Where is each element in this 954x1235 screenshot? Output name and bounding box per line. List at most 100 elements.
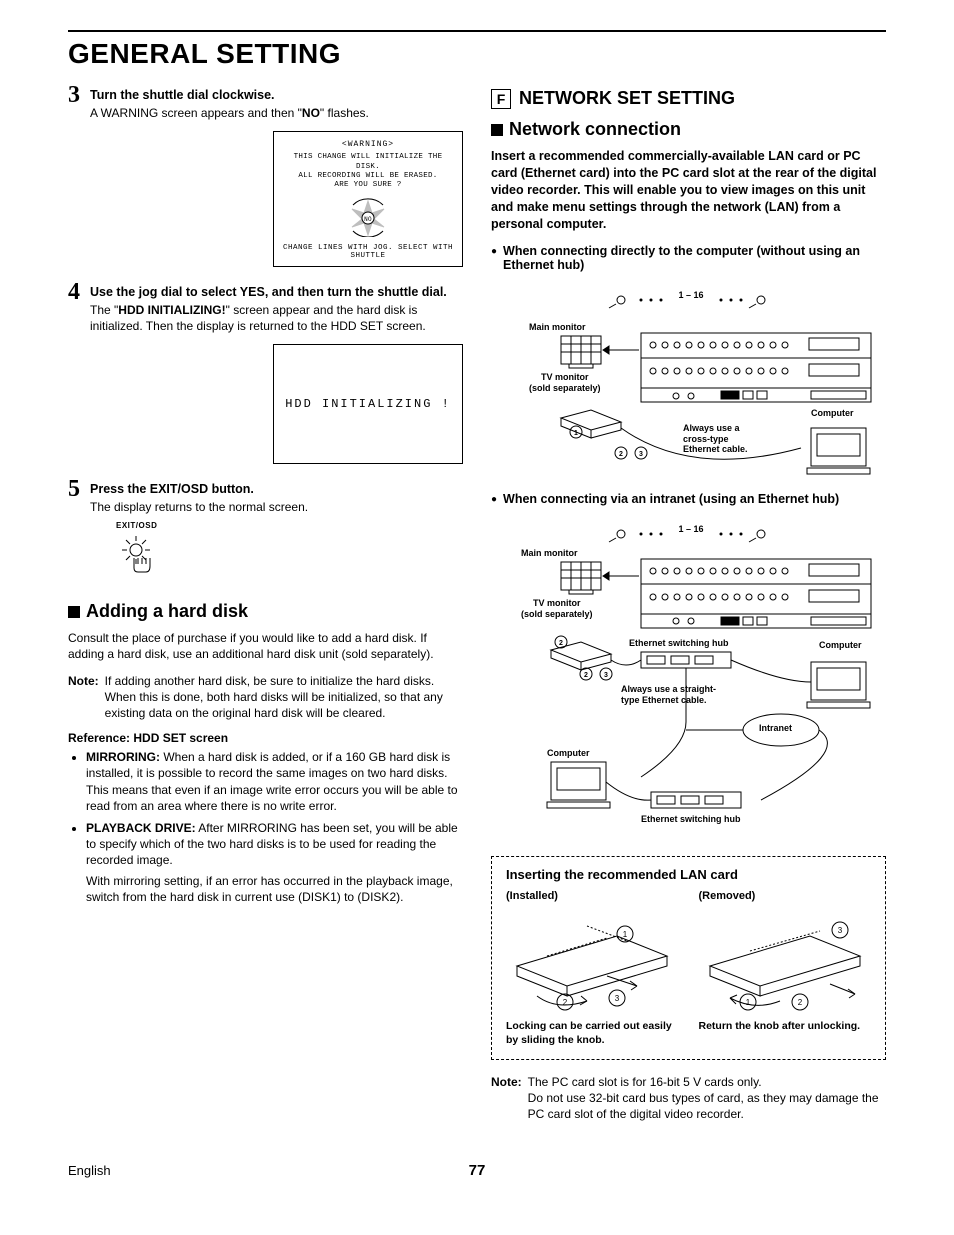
d1-computer-label: Computer: [811, 408, 854, 418]
step-5-body: The display returns to the normal screen…: [90, 499, 463, 515]
d2-intranet-label: Intranet: [759, 723, 792, 733]
ref-title: Reference: HDD SET screen: [68, 731, 463, 745]
bullet-icon: [491, 492, 497, 506]
diagram-intranet: 1 – 16: [491, 512, 886, 842]
svg-text:2: 2: [559, 640, 563, 647]
d2-hub1-label: Ethernet switching hub: [629, 638, 729, 648]
hdd-init-text: HDD INITIALIZING !: [285, 397, 451, 411]
adding-hdd-title: Adding a hard disk: [86, 601, 248, 622]
step-3-body-bold: NO: [302, 106, 320, 120]
conn-bullet-1: When connecting directly to the computer…: [491, 244, 886, 272]
d1-main-monitor-label: Main monitor: [529, 322, 586, 332]
lan-card-box: Inserting the recommended LAN card (Inst…: [491, 856, 886, 1059]
adding-note-body: If adding another hard disk, be sure to …: [105, 673, 463, 722]
svg-text:3: 3: [639, 451, 643, 458]
svg-text:2: 2: [619, 451, 623, 458]
boxed-letter-f: F: [491, 89, 511, 109]
warning-line-2: ALL RECORDING WILL BE ERASED.: [280, 172, 456, 181]
diagram-direct: 1 – 16: [491, 278, 886, 478]
square-bullet-icon: [491, 124, 503, 136]
lan-removed-label: (Removed): [699, 890, 872, 902]
d2-computer2-label: Computer: [547, 748, 590, 758]
conn-bullet-1-text: When connecting directly to the computer…: [503, 244, 886, 272]
lan-cap-2: Return the knob after unlocking.: [699, 1020, 872, 1033]
warning-center-text: NO: [364, 216, 372, 223]
step-4-head: Use the jog dial to select YES, and then…: [90, 285, 463, 299]
lan-installed-label: (Installed): [506, 890, 679, 902]
press-button-icon: [116, 532, 158, 574]
warning-title: <WARNING>: [280, 140, 456, 149]
adding-note: Note: If adding another hard disk, be su…: [68, 673, 463, 722]
bullet-icon: [491, 244, 497, 272]
step-5-head: Press the EXIT/OSD button.: [90, 482, 463, 496]
lan-cap-1: Locking can be carried out easily by sli…: [506, 1020, 679, 1046]
d1-tv-monitor-label: TV monitor (sold separately): [529, 372, 601, 393]
warning-screen: <WARNING> THIS CHANGE WILL INITIALIZE TH…: [273, 131, 463, 267]
network-note-label: Note:: [491, 1074, 522, 1123]
svg-text:3: 3: [604, 672, 608, 679]
lan-removed-col: (Removed) 3 1 2: [699, 890, 872, 1046]
adding-intro: Consult the place of purchase if you wou…: [68, 630, 463, 662]
step-4: 4 Use the jog dial to select YES, and th…: [68, 285, 463, 334]
step-3-number: 3: [68, 82, 80, 109]
svg-text:2: 2: [584, 672, 588, 679]
step-3-body-suf: " flashes.: [320, 106, 369, 120]
page-footer: English 77: [68, 1162, 886, 1179]
step-4-body-pre: The ": [90, 303, 118, 317]
d2-computer-label: Computer: [819, 640, 862, 650]
d2-hub2-label: Ethernet switching hub: [641, 814, 741, 824]
svg-text:2: 2: [563, 998, 568, 1007]
network-intro: Insert a recommended commercially-availa…: [491, 148, 886, 232]
footer-lang: English: [68, 1163, 188, 1178]
step-3-body-pre: A WARNING screen appears and then ": [90, 106, 302, 120]
step-3: 3 Turn the shuttle dial clockwise. A WAR…: [68, 88, 463, 121]
step-4-number: 4: [68, 279, 80, 306]
warning-line-3: ARE YOU SURE ?: [280, 181, 456, 190]
network-note-body: The PC card slot is for 16-bit 5 V cards…: [528, 1074, 886, 1123]
lan-card-title: Inserting the recommended LAN card: [506, 867, 871, 882]
d2-tv-monitor-label: TV monitor (sold separately): [521, 598, 593, 619]
svg-text:1: 1: [746, 998, 751, 1007]
adding-hdd-heading: Adding a hard disk: [68, 601, 463, 622]
step-3-body: A WARNING screen appears and then "NO" f…: [90, 105, 463, 121]
lan-installed-diagram: 1 2 3: [506, 906, 679, 1016]
exit-osd-block: EXIT/OSD: [116, 521, 463, 577]
d2-cable-note: Always use a straight- type Ethernet cab…: [621, 684, 716, 705]
d1-cable-note: Always use a cross-type Ethernet cable.: [683, 423, 748, 454]
camera-range-2: 1 – 16: [678, 524, 703, 534]
svg-text:3: 3: [615, 994, 620, 1003]
svg-text:2: 2: [798, 998, 803, 1007]
left-column: 3 Turn the shuttle dial clockwise. A WAR…: [68, 88, 463, 1132]
ref-playback-label: PLAYBACK DRIVE:: [86, 821, 196, 835]
step-5: 5 Press the EXIT/OSD button. The display…: [68, 482, 463, 577]
lan-removed-diagram: 3 1 2: [699, 906, 872, 1016]
lan-installed-col: (Installed) 1 2: [506, 890, 679, 1046]
step-5-number: 5: [68, 476, 80, 503]
warning-footer: CHANGE LINES WITH JOG. SELECT WITH SHUTT…: [280, 244, 456, 260]
ref-mirroring: MIRRORING: When a hard disk is added, or…: [86, 749, 463, 814]
step-4-body-bold: HDD INITIALIZING!: [118, 303, 225, 317]
page-title: GENERAL SETTING: [68, 38, 886, 70]
dial-icon: NO: [280, 197, 456, 240]
network-sub-heading: Network connection: [491, 119, 886, 140]
footer-page-number: 77: [188, 1162, 766, 1179]
step-3-head: Turn the shuttle dial clockwise.: [90, 88, 463, 102]
right-column: F NETWORK SET SETTING Network connection…: [491, 88, 886, 1132]
adding-note-label: Note:: [68, 673, 99, 722]
ref-mirroring-label: MIRRORING:: [86, 750, 160, 764]
camera-range-1: 1 – 16: [678, 290, 703, 300]
svg-text:3: 3: [838, 926, 843, 935]
ref-list: MIRRORING: When a hard disk is added, or…: [68, 749, 463, 905]
network-heading: F NETWORK SET SETTING: [491, 88, 886, 109]
network-note: Note: The PC card slot is for 16-bit 5 V…: [491, 1074, 886, 1123]
ref-playback-extra: With mirroring setting, if an error has …: [86, 873, 463, 905]
top-rule: [68, 30, 886, 32]
exit-osd-label: EXIT/OSD: [116, 521, 463, 530]
ref-playback: PLAYBACK DRIVE: After MIRRORING has been…: [86, 820, 463, 905]
warning-line-1: THIS CHANGE WILL INITIALIZE THE DISK.: [280, 153, 456, 172]
hdd-init-screen: HDD INITIALIZING !: [273, 344, 463, 464]
network-sub-title: Network connection: [509, 119, 681, 140]
step-4-body: The "HDD INITIALIZING!" screen appear an…: [90, 302, 463, 334]
square-bullet-icon: [68, 606, 80, 618]
conn-bullet-2-text: When connecting via an intranet (using a…: [503, 492, 839, 506]
